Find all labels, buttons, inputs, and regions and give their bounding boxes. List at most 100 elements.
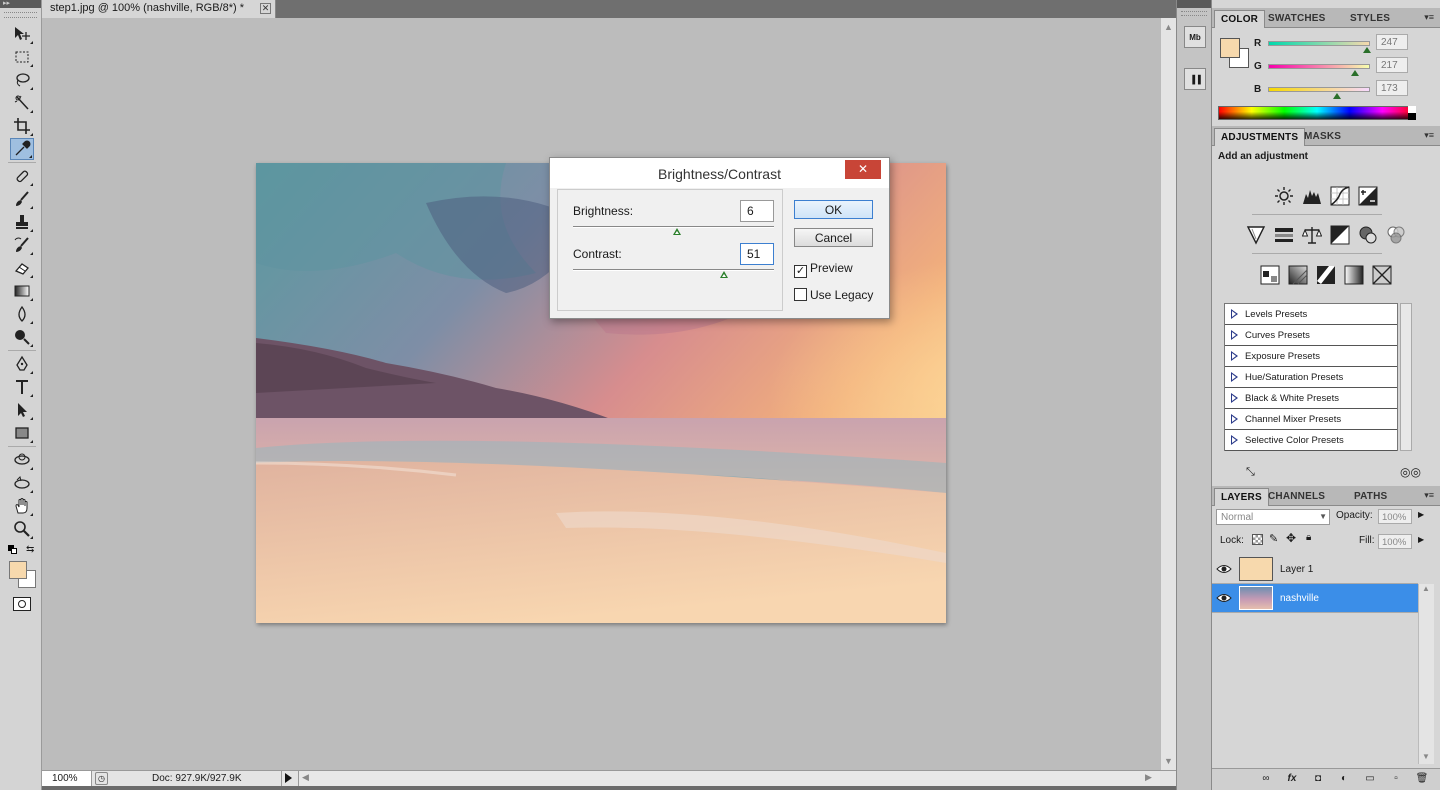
clip-to-layer-icon[interactable]: ◎◎ bbox=[1400, 465, 1421, 479]
use-legacy-checkbox[interactable]: Use Legacy bbox=[794, 288, 873, 302]
status-info-icon[interactable]: ◷ bbox=[95, 772, 108, 785]
preview-checkbox[interactable]: ✓ Preview bbox=[794, 261, 853, 278]
foreground-color-swatch[interactable] bbox=[9, 561, 27, 579]
document-tab[interactable]: step1.jpg @ 100% (nashville, RGB/8*) * ✕ bbox=[42, 0, 276, 18]
quick-mask-icon[interactable] bbox=[13, 597, 31, 611]
checkbox-checked-icon[interactable]: ✓ bbox=[794, 265, 807, 278]
type-tool-icon[interactable] bbox=[10, 376, 34, 398]
brightness-slider-knob[interactable] bbox=[672, 228, 681, 235]
tab-adjustments[interactable]: ADJUSTMENTS bbox=[1214, 128, 1306, 146]
mini-bridge-icon[interactable]: Mb bbox=[1184, 26, 1206, 48]
expand-triangle-icon[interactable] bbox=[1231, 372, 1238, 382]
posterize-icon[interactable] bbox=[1286, 263, 1310, 287]
green-value-field[interactable]: 217 bbox=[1376, 57, 1408, 73]
gradient-map-icon[interactable] bbox=[1342, 263, 1366, 287]
layers-scrollbar[interactable]: ▲ ▼ bbox=[1418, 584, 1434, 764]
tab-paths[interactable]: PATHS bbox=[1348, 488, 1393, 506]
green-slider-knob[interactable] bbox=[1350, 70, 1359, 76]
red-slider-knob[interactable] bbox=[1362, 47, 1371, 53]
3d-orbit-tool-icon[interactable] bbox=[10, 472, 34, 494]
tab-channels[interactable]: CHANNELS bbox=[1262, 488, 1331, 506]
list-item[interactable]: Channel Mixer Presets bbox=[1225, 409, 1397, 430]
tab-styles[interactable]: STYLES bbox=[1344, 10, 1396, 28]
expand-triangle-icon[interactable] bbox=[1231, 351, 1238, 361]
close-icon[interactable]: ✕ bbox=[845, 160, 881, 179]
default-colors-icon[interactable] bbox=[8, 545, 18, 555]
new-layer-icon[interactable]: ▫ bbox=[1388, 773, 1404, 790]
dock-grip[interactable] bbox=[1177, 0, 1211, 8]
lock-all-icon[interactable]: 🔒︎ bbox=[1306, 532, 1311, 543]
dodge-tool-icon[interactable] bbox=[10, 326, 34, 348]
vibrance-icon[interactable] bbox=[1244, 223, 1268, 247]
canvas-horizontal-scrollbar[interactable]: ◀ ▶ bbox=[298, 771, 1160, 786]
exposure-icon[interactable] bbox=[1356, 184, 1380, 208]
red-slider-track[interactable] bbox=[1268, 41, 1370, 46]
visibility-eye-icon[interactable] bbox=[1216, 562, 1232, 576]
zoom-tool-icon[interactable] bbox=[10, 518, 34, 540]
scroll-down-icon[interactable]: ▼ bbox=[1422, 752, 1430, 761]
history-brush-tool-icon[interactable] bbox=[10, 234, 34, 256]
close-document-icon[interactable]: ✕ bbox=[260, 3, 271, 14]
fx-icon[interactable]: fx bbox=[1284, 773, 1300, 790]
contrast-slider-knob[interactable] bbox=[719, 271, 728, 278]
blend-mode-select[interactable]: Normal ▼ bbox=[1216, 509, 1330, 525]
curves-icon[interactable] bbox=[1328, 184, 1352, 208]
blur-tool-icon[interactable] bbox=[10, 303, 34, 325]
healing-brush-tool-icon[interactable] bbox=[10, 165, 34, 187]
panel-menu-icon[interactable]: ▾≡ bbox=[1424, 130, 1434, 141]
red-value-field[interactable]: 247 bbox=[1376, 34, 1408, 50]
blue-value-field[interactable]: 173 bbox=[1376, 80, 1408, 96]
channel-mixer-icon[interactable] bbox=[1384, 223, 1408, 247]
clone-stamp-tool-icon[interactable] bbox=[10, 211, 34, 233]
eyedropper-tool-icon[interactable] bbox=[10, 138, 34, 160]
3d-rotate-tool-icon[interactable] bbox=[10, 449, 34, 471]
blue-slider-track[interactable] bbox=[1268, 87, 1370, 92]
expand-triangle-icon[interactable] bbox=[1231, 435, 1238, 445]
layer-row-layer1[interactable]: Layer 1 bbox=[1212, 555, 1418, 584]
tab-layers[interactable]: LAYERS bbox=[1214, 488, 1269, 506]
marquee-tool-icon[interactable] bbox=[10, 46, 34, 68]
crop-tool-icon[interactable] bbox=[10, 115, 34, 137]
color-balance-icon[interactable] bbox=[1300, 223, 1324, 247]
zoom-level-field[interactable]: 100% bbox=[42, 771, 92, 786]
brightness-slider[interactable] bbox=[573, 226, 774, 235]
presets-scrollbar[interactable] bbox=[1400, 303, 1412, 451]
scroll-right-icon[interactable]: ▶ bbox=[1145, 772, 1152, 783]
list-item[interactable]: Hue/Saturation Presets bbox=[1225, 367, 1397, 388]
scroll-up-icon[interactable]: ▲ bbox=[1422, 584, 1430, 593]
layer-row-nashville[interactable]: nashville bbox=[1212, 584, 1418, 613]
checkbox-unchecked-icon[interactable] bbox=[794, 288, 807, 301]
history-panel-icon[interactable]: ▐▐ bbox=[1184, 68, 1206, 90]
lock-position-icon[interactable]: ✥ bbox=[1286, 531, 1296, 545]
toolbar-drag-handle[interactable] bbox=[4, 12, 37, 18]
scroll-down-icon[interactable]: ▼ bbox=[1164, 756, 1173, 766]
ok-button[interactable]: OK bbox=[794, 200, 873, 219]
lock-image-icon[interactable]: ✎ bbox=[1269, 532, 1278, 545]
scroll-up-icon[interactable]: ▲ bbox=[1164, 22, 1173, 32]
expand-triangle-icon[interactable] bbox=[1231, 393, 1238, 403]
gradient-tool-icon[interactable] bbox=[10, 280, 34, 302]
scroll-left-icon[interactable]: ◀ bbox=[302, 772, 309, 783]
add-mask-icon[interactable]: ◘ bbox=[1310, 773, 1326, 790]
expand-triangle-icon[interactable] bbox=[1231, 309, 1238, 319]
panel-menu-icon[interactable]: ▾≡ bbox=[1424, 490, 1434, 501]
trash-icon[interactable]: 🗑 bbox=[1414, 773, 1430, 790]
adjustment-layer-icon[interactable]: ◐ bbox=[1336, 773, 1352, 790]
panel-menu-icon[interactable]: ▾≡ bbox=[1424, 12, 1434, 23]
photo-filter-icon[interactable] bbox=[1356, 223, 1380, 247]
toolbar-grip[interactable]: ▸▸ bbox=[0, 0, 41, 8]
list-item[interactable]: Exposure Presets bbox=[1225, 346, 1397, 367]
eraser-tool-icon[interactable] bbox=[10, 257, 34, 279]
brush-tool-icon[interactable] bbox=[10, 188, 34, 210]
list-item[interactable]: Selective Color Presets bbox=[1225, 430, 1397, 451]
status-menu-arrow-icon[interactable] bbox=[285, 773, 292, 783]
path-selection-tool-icon[interactable] bbox=[10, 399, 34, 421]
selective-color-icon[interactable] bbox=[1370, 263, 1394, 287]
tab-swatches[interactable]: SWATCHES bbox=[1262, 10, 1332, 28]
tab-color[interactable]: COLOR bbox=[1214, 10, 1266, 28]
fill-arrow-icon[interactable]: ▶ bbox=[1418, 535, 1424, 544]
lasso-tool-icon[interactable] bbox=[10, 69, 34, 91]
list-item[interactable]: Levels Presets bbox=[1225, 304, 1397, 325]
brightness-input[interactable]: 6 bbox=[740, 200, 774, 222]
tab-masks[interactable]: MASKS bbox=[1298, 128, 1347, 146]
